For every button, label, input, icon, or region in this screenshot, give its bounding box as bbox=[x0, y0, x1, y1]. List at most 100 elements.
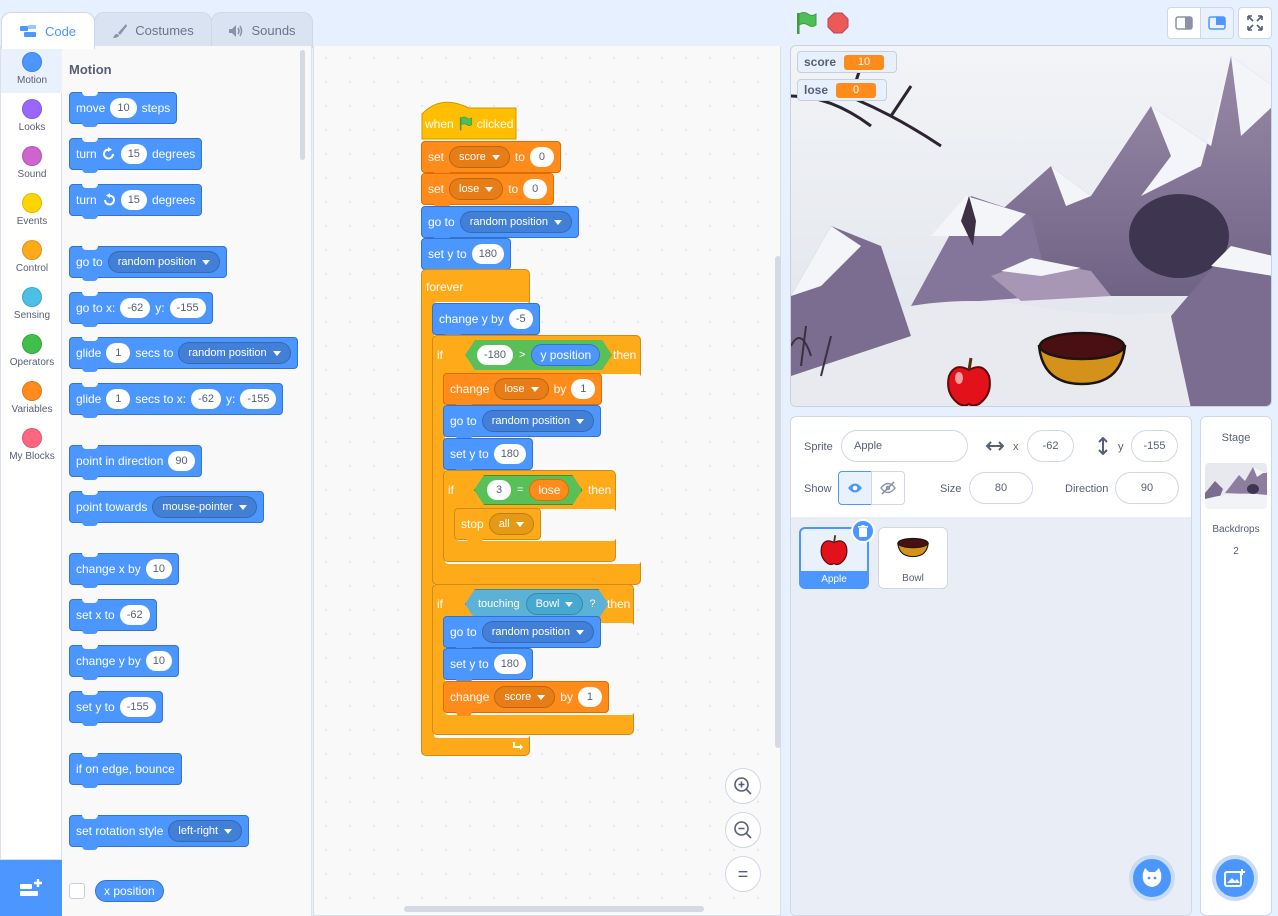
block-set-y[interactable]: set y to 180 bbox=[421, 238, 512, 273]
block-input[interactable]: 1 bbox=[106, 389, 131, 409]
block-input[interactable]: 3 bbox=[487, 480, 511, 500]
lose-monitor[interactable]: lose 0 bbox=[797, 79, 887, 101]
block-glide-to[interactable]: glide 1 secs to random position bbox=[69, 337, 298, 372]
bowl-sprite[interactable] bbox=[1037, 328, 1127, 386]
greater-than-operator[interactable]: -180 > y position bbox=[465, 340, 612, 370]
category-my-blocks[interactable]: My Blocks bbox=[1, 422, 63, 469]
score-monitor[interactable]: score 10 bbox=[797, 51, 897, 73]
block-when-flag-clicked[interactable]: when clicked bbox=[421, 96, 517, 140]
block-set-rotation-style[interactable]: set rotation style left-right bbox=[69, 815, 250, 850]
x-position-checkbox[interactable] bbox=[69, 883, 85, 899]
block-set-score[interactable]: set score to 0 bbox=[421, 141, 561, 176]
category-variables[interactable]: Variables bbox=[1, 375, 63, 422]
block-input[interactable]: 15 bbox=[120, 144, 147, 164]
tab-code[interactable]: Code bbox=[1, 12, 95, 49]
apple-sprite[interactable] bbox=[943, 356, 995, 407]
fullscreen-button[interactable] bbox=[1238, 7, 1272, 39]
block-change-y[interactable]: change y by -5 bbox=[432, 303, 540, 338]
sprite-x-field[interactable]: -62 bbox=[1027, 430, 1074, 462]
block-input[interactable]: 0 bbox=[529, 147, 554, 167]
block-input[interactable]: 10 bbox=[145, 559, 172, 579]
block-dropdown[interactable]: score bbox=[449, 146, 510, 168]
block-dropdown[interactable]: random position bbox=[459, 211, 572, 233]
sprite-y-field[interactable]: -155 bbox=[1131, 430, 1178, 462]
block-go-to[interactable]: go to random position bbox=[69, 246, 227, 281]
block-input[interactable]: -155 bbox=[240, 389, 277, 409]
category-sound[interactable]: Sound bbox=[1, 140, 63, 187]
zoom-in-button[interactable] bbox=[725, 768, 761, 804]
block-go-to[interactable]: go to random position bbox=[443, 616, 601, 651]
block-dropdown[interactable]: Bowl bbox=[526, 593, 584, 615]
block-turn-left[interactable]: turn 15 degrees bbox=[69, 184, 203, 219]
block-change-score[interactable]: change score by 1 bbox=[443, 681, 609, 716]
block-input[interactable]: 180 bbox=[493, 444, 527, 464]
block-input[interactable]: -155 bbox=[119, 697, 156, 717]
workspace-vertical-scrollbar[interactable] bbox=[775, 256, 781, 748]
small-stage-button[interactable] bbox=[1167, 7, 1201, 39]
sprite-tile-bowl[interactable]: Bowl bbox=[878, 527, 948, 589]
sprite-name-field[interactable]: Apple bbox=[841, 430, 968, 462]
block-input[interactable]: -180 bbox=[477, 345, 513, 365]
block-input[interactable]: -62 bbox=[119, 605, 150, 625]
block-turn-right[interactable]: turn 15 degrees bbox=[69, 138, 203, 173]
script-workspace[interactable]: when clicked set score to 0 set lose to … bbox=[313, 46, 781, 916]
category-operators[interactable]: Operators bbox=[1, 328, 63, 375]
block-dropdown[interactable]: left-right bbox=[168, 820, 243, 842]
block-go-to[interactable]: go to random position bbox=[443, 405, 601, 440]
block-go-to-xy[interactable]: go to x: -62 y: -155 bbox=[69, 292, 213, 327]
block-dropdown[interactable]: score bbox=[494, 686, 556, 708]
block-x-position-reporter[interactable]: x position bbox=[95, 880, 164, 902]
block-stop-all[interactable]: stop all bbox=[454, 508, 541, 543]
block-input[interactable]: 180 bbox=[493, 654, 527, 674]
block-dropdown[interactable]: random position bbox=[107, 251, 220, 273]
category-sensing[interactable]: Sensing bbox=[1, 281, 63, 328]
block-input[interactable]: -5 bbox=[508, 309, 533, 329]
block-input[interactable]: 1 bbox=[577, 687, 602, 707]
block-input[interactable]: 90 bbox=[168, 451, 195, 471]
workspace-horizontal-scrollbar[interactable] bbox=[404, 906, 704, 912]
stop-button[interactable] bbox=[827, 12, 849, 34]
block-dropdown[interactable]: random position bbox=[178, 342, 291, 364]
block-set-y[interactable]: set y to 180 bbox=[443, 438, 534, 473]
equals-operator[interactable]: 3 = lose bbox=[474, 475, 582, 505]
show-visible-button[interactable] bbox=[838, 471, 872, 505]
choose-sprite-button[interactable] bbox=[1129, 855, 1175, 901]
block-dropdown[interactable]: mouse-pointer bbox=[152, 496, 257, 518]
category-looks[interactable]: Looks bbox=[1, 93, 63, 140]
category-control[interactable]: Control bbox=[1, 234, 63, 281]
green-flag-button[interactable] bbox=[795, 11, 817, 35]
block-input[interactable]: 10 bbox=[145, 651, 172, 671]
block-input[interactable]: 10 bbox=[110, 98, 137, 118]
delete-sprite-button[interactable] bbox=[851, 519, 875, 543]
block-change-y[interactable]: change y by 10 bbox=[69, 645, 179, 680]
y-position-reporter[interactable]: y position bbox=[531, 344, 600, 366]
block-dropdown[interactable]: random position bbox=[481, 621, 594, 643]
block-go-to[interactable]: go to random position bbox=[421, 206, 579, 241]
block-input[interactable]: 15 bbox=[120, 190, 147, 210]
block-input[interactable]: -62 bbox=[120, 298, 151, 318]
zoom-reset-button[interactable]: = bbox=[725, 856, 761, 892]
block-input[interactable]: -155 bbox=[169, 298, 206, 318]
large-stage-button[interactable] bbox=[1200, 7, 1234, 39]
block-change-x[interactable]: change x by 10 bbox=[69, 553, 179, 588]
block-set-lose[interactable]: set lose to 0 bbox=[421, 173, 555, 208]
block-dropdown[interactable]: lose bbox=[449, 178, 504, 200]
block-point-towards[interactable]: point towards mouse-pointer bbox=[69, 491, 264, 526]
block-input[interactable]: -62 bbox=[191, 389, 221, 409]
sprite-direction-field[interactable]: 90 bbox=[1115, 472, 1179, 504]
sprite-size-field[interactable]: 80 bbox=[969, 472, 1033, 504]
category-motion[interactable]: Motion bbox=[1, 46, 63, 93]
block-set-x[interactable]: set x to -62 bbox=[69, 599, 157, 634]
category-events[interactable]: Events bbox=[1, 187, 63, 234]
block-move-steps[interactable]: move 10 steps bbox=[69, 92, 178, 127]
block-dropdown[interactable]: random position bbox=[481, 410, 594, 432]
palette-scrollbar[interactable] bbox=[300, 50, 305, 160]
lose-variable-reporter[interactable]: lose bbox=[529, 479, 569, 501]
block-dropdown[interactable]: lose bbox=[494, 378, 549, 400]
stage-canvas[interactable]: score 10 lose 0 bbox=[790, 45, 1272, 407]
block-glide-to-xy[interactable]: glide 1 secs to x: -62 y: -155 bbox=[69, 383, 284, 418]
block-input[interactable]: 1 bbox=[571, 379, 596, 399]
block-point-in-direction[interactable]: point in direction 90 bbox=[69, 445, 202, 480]
tab-sounds[interactable]: Sounds bbox=[211, 12, 313, 48]
choose-backdrop-button[interactable] bbox=[1212, 855, 1258, 901]
